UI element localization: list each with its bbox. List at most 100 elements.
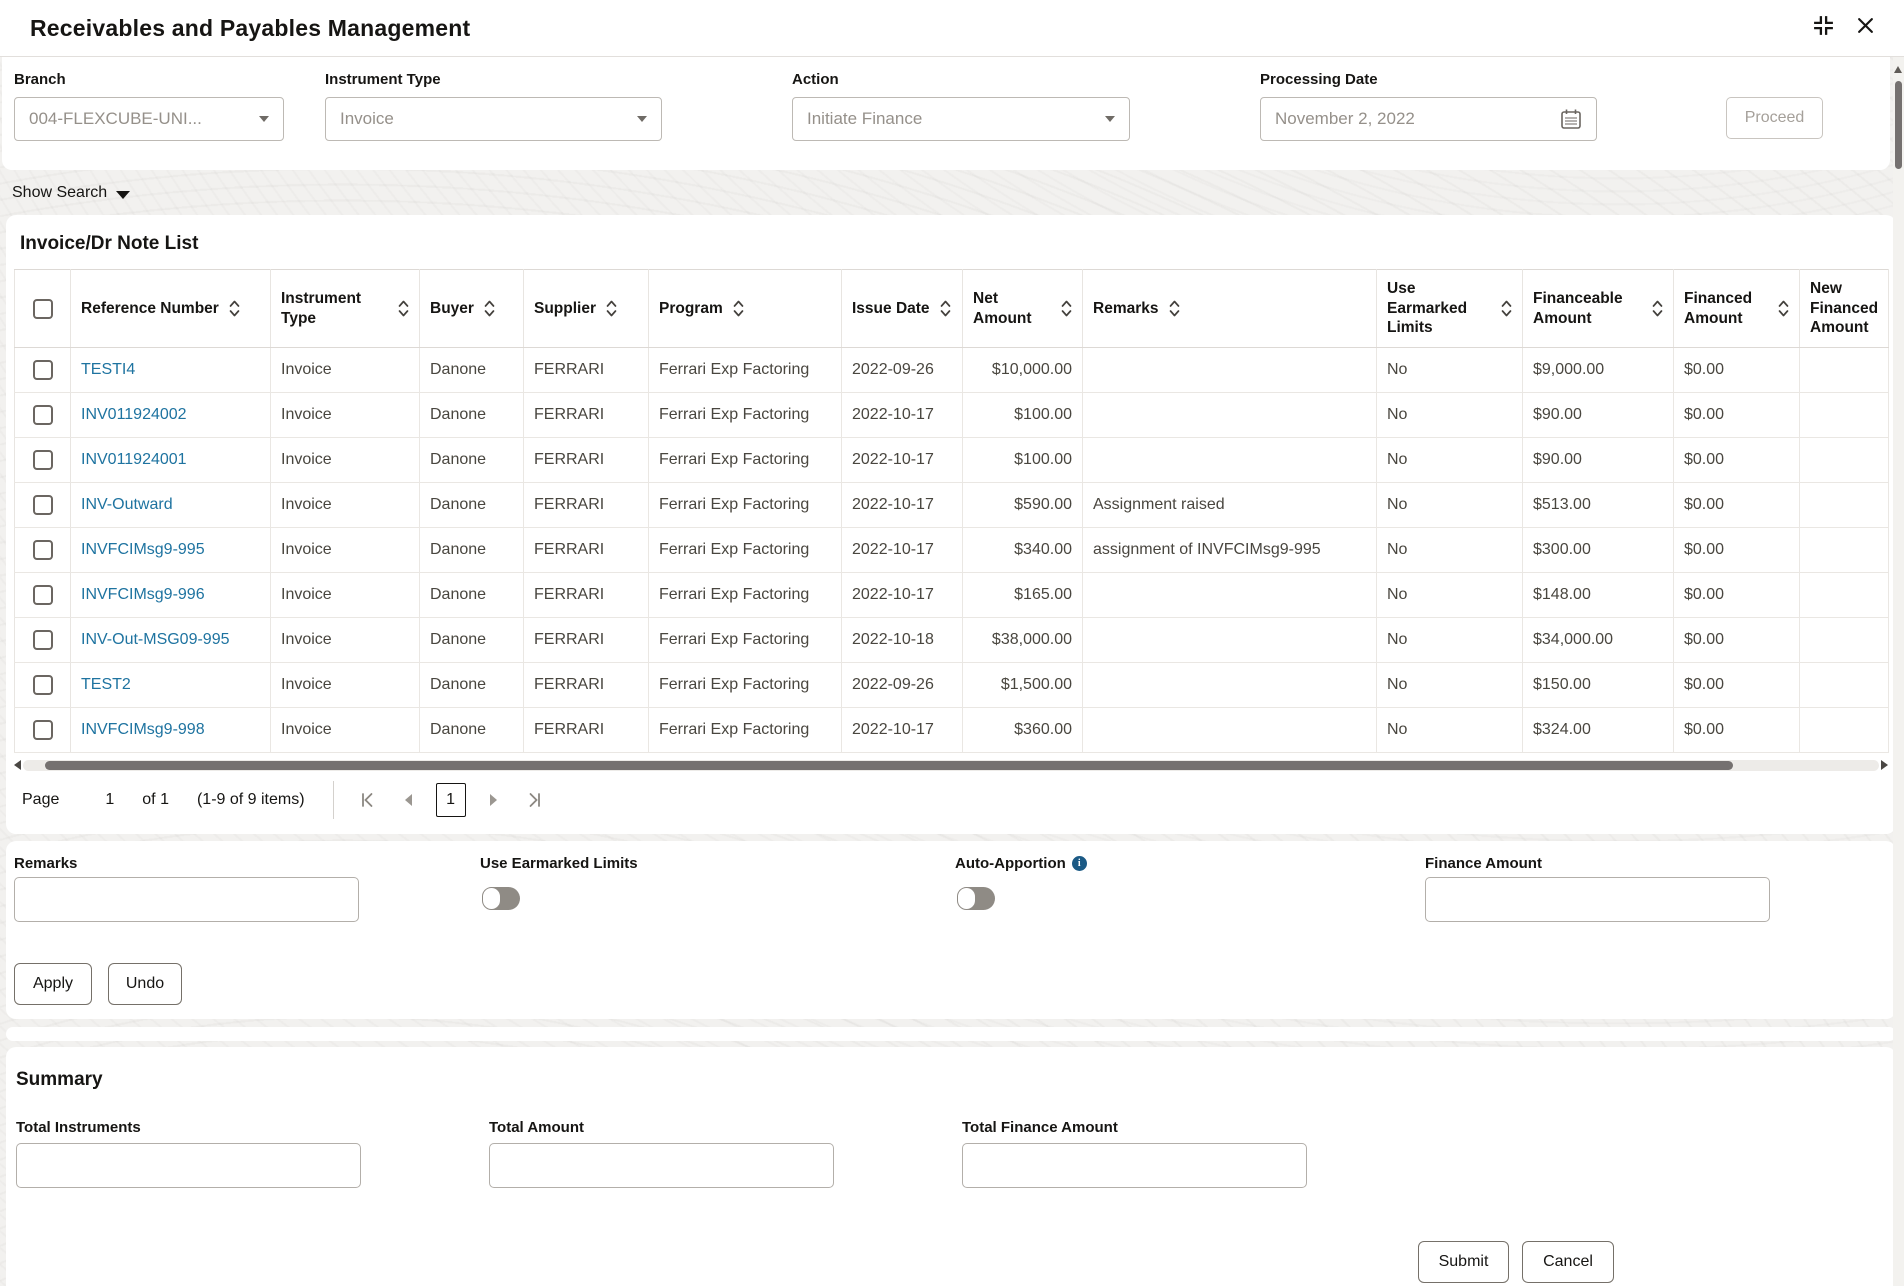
previous-page-icon[interactable] [396,785,422,815]
cell: $90.00 [1523,393,1674,438]
reference-link[interactable]: INV-Outward [81,496,173,513]
cell: Ferrari Exp Factoring [649,348,842,393]
row-checkbox[interactable] [33,540,53,560]
submit-button[interactable]: Submit [1418,1241,1509,1283]
total-instruments-input[interactable] [16,1143,361,1188]
instrument-type-select[interactable]: Invoice [325,97,662,141]
first-page-icon[interactable] [356,785,382,815]
total-amount-input[interactable] [489,1143,834,1188]
reference-link[interactable]: INV011924002 [81,406,187,423]
reference-link[interactable]: INVFCIMsg9-998 [81,721,205,738]
remarks-input[interactable] [14,877,359,922]
sort-icon[interactable] [484,300,495,317]
cell: Ferrari Exp Factoring [649,393,842,438]
total-finance-amount-input[interactable] [962,1143,1307,1188]
horizontal-scrollbar[interactable] [14,758,1888,772]
column-header: Net Amount [963,270,1083,348]
finance-amount-label: Finance Amount [1425,855,1542,872]
cell: $165.00 [963,573,1083,618]
sort-icon[interactable] [229,300,240,317]
cancel-button[interactable]: Cancel [1522,1241,1614,1283]
reference-link[interactable]: INV011924001 [81,451,187,468]
cell: Invoice [271,438,420,483]
calendar-icon[interactable] [1560,108,1582,130]
apply-form-panel: Remarks Use Earmarked Limits Auto-Apport… [6,841,1896,1019]
cell [1800,483,1889,528]
summary-title: Summary [16,1069,103,1091]
header-row: Reference NumberInstrument TypeBuyerSupp… [15,270,1889,348]
cell: $300.00 [1523,528,1674,573]
finance-amount-input[interactable] [1425,877,1770,922]
sort-icon[interactable] [940,300,951,317]
cell: $0.00 [1674,618,1800,663]
scrollbar-thumb[interactable] [1895,81,1902,169]
row-checkbox[interactable] [33,405,53,425]
scroll-up-icon[interactable] [1894,66,1902,73]
use-earmarked-limits-toggle[interactable] [482,887,520,910]
next-page-icon[interactable] [480,785,506,815]
scroll-left-icon[interactable] [14,760,21,770]
filter-panel: Branch 004-FLEXCUBE-UNI... Instrument Ty… [2,57,1890,170]
cell: Ferrari Exp Factoring [649,663,842,708]
reference-link[interactable]: INVFCIMsg9-995 [81,541,205,558]
cell: No [1377,618,1523,663]
cell: Danone [420,438,524,483]
reference-link[interactable]: TEST2 [81,676,131,693]
sort-icon[interactable] [733,300,744,317]
row-checkbox[interactable] [33,495,53,515]
info-icon[interactable]: i [1072,856,1087,871]
proceed-button[interactable]: Proceed [1726,97,1823,139]
branch-select[interactable]: 004-FLEXCUBE-UNI... [14,97,284,141]
cell: Invoice [271,573,420,618]
cell [1083,618,1377,663]
cell: $9,000.00 [1523,348,1674,393]
reference-link[interactable]: TESTI4 [81,361,135,378]
page-number-button[interactable]: 1 [436,783,466,817]
scrollbar-thumb[interactable] [45,761,1733,770]
row-checkbox[interactable] [33,720,53,740]
scroll-right-icon[interactable] [1881,760,1888,770]
cell: Ferrari Exp Factoring [649,708,842,753]
invoice-list-panel: Invoice/Dr Note List Reference NumberIns… [6,215,1896,834]
cell: $0.00 [1674,708,1800,753]
scrollbar-track[interactable] [23,760,1879,771]
sort-icon[interactable] [1652,300,1663,317]
close-icon[interactable] [1857,17,1874,34]
cell: No [1377,708,1523,753]
show-search-toggle[interactable]: Show Search [12,184,130,202]
sort-icon[interactable] [1778,300,1789,317]
cell: $100.00 [963,438,1083,483]
undo-button[interactable]: Undo [108,963,182,1005]
last-page-icon[interactable] [520,785,546,815]
table-row: INV011924002InvoiceDanoneFERRARIFerrari … [15,393,1889,438]
sort-icon[interactable] [1169,300,1180,317]
sort-icon[interactable] [1501,300,1512,317]
column-header: Reference Number [71,270,271,348]
sort-icon[interactable] [398,300,409,317]
reference-link[interactable]: INV-Out-MSG09-995 [81,631,230,648]
row-checkbox[interactable] [33,630,53,650]
select-all-checkbox[interactable] [33,299,53,319]
row-checkbox[interactable] [33,450,53,470]
cell: Invoice [271,348,420,393]
cell: 2022-10-17 [842,708,963,753]
action-select[interactable]: Initiate Finance [792,97,1130,141]
vertical-scrollbar[interactable] [1893,57,1904,1286]
reference-link[interactable]: INVFCIMsg9-996 [81,586,205,603]
sort-icon[interactable] [1061,300,1072,317]
auto-apportion-toggle[interactable] [957,887,995,910]
cell: $90.00 [1523,438,1674,483]
instrument-type-label: Instrument Type [325,71,662,88]
cell: 2022-10-17 [842,483,963,528]
row-checkbox[interactable] [33,675,53,695]
cell: Danone [420,663,524,708]
row-checkbox[interactable] [33,360,53,380]
processing-date-field[interactable]: November 2, 2022 [1260,97,1597,141]
processing-date-label: Processing Date [1260,71,1597,88]
apply-button[interactable]: Apply [14,963,92,1005]
row-checkbox[interactable] [33,585,53,605]
collapse-window-icon[interactable] [1812,14,1835,37]
sort-icon[interactable] [606,300,617,317]
cell: FERRARI [524,528,649,573]
cell: Invoice [271,483,420,528]
